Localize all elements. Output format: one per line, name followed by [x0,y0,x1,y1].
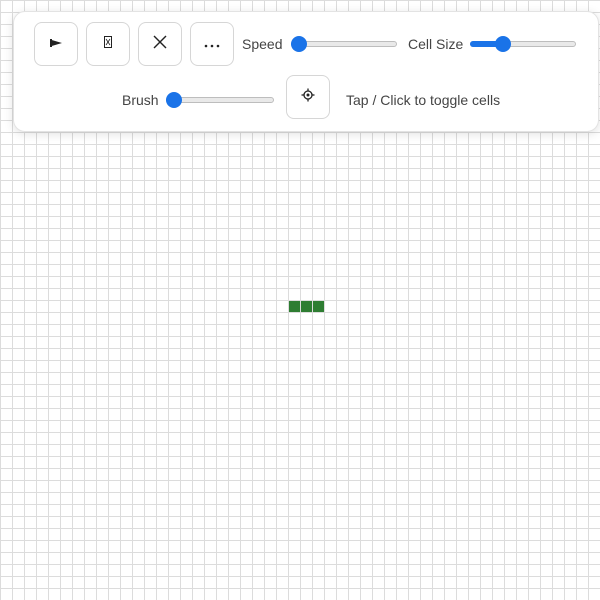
gear-icon [301,88,315,107]
toolbar: Speed Cell Size Brush Tap / Click to tog… [13,11,599,132]
cell-size-slider[interactable] [470,36,576,52]
brush-label: Brush [122,92,159,108]
more-icon [204,35,220,53]
brush-slider[interactable] [166,92,274,108]
clear-button[interactable] [138,22,182,66]
cell-size-label: Cell Size [408,36,464,52]
speed-slider[interactable] [291,36,397,52]
live-cell[interactable] [289,301,300,312]
play-icon [50,35,62,53]
close-icon [153,35,167,54]
live-cell[interactable] [301,301,312,312]
live-cell[interactable] [313,301,324,312]
step-button[interactable] [86,22,130,66]
hint-text: Tap / Click to toggle cells [346,92,501,108]
more-button[interactable] [190,22,234,66]
step-icon [104,35,112,53]
settings-button[interactable] [286,75,330,119]
play-button[interactable] [34,22,78,66]
speed-label: Speed [242,36,283,52]
